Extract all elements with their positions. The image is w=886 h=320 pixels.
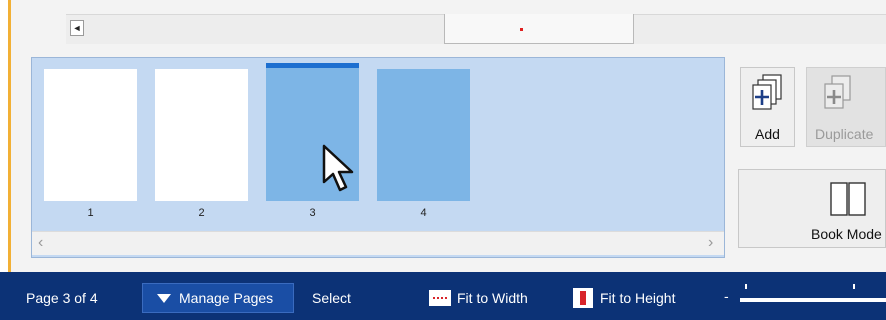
add-page-icon <box>752 74 782 110</box>
add-page-button[interactable]: Add <box>740 67 795 147</box>
zoom-out-button[interactable]: - <box>724 288 729 304</box>
top-scrollbar-thumb[interactable] <box>444 14 634 44</box>
zoom-slider[interactable] <box>740 298 886 302</box>
red-marker <box>520 28 523 31</box>
fit-height-icon[interactable] <box>573 288 593 308</box>
page-thumbnail-4[interactable] <box>377 69 470 201</box>
zoom-tick <box>853 284 855 289</box>
left-strip <box>0 0 8 272</box>
book-mode-button[interactable]: Book Mode <box>738 169 886 248</box>
page-number: 1 <box>87 207 94 219</box>
page-number: 2 <box>198 207 205 219</box>
mouse-pointer-icon <box>322 144 354 192</box>
fit-to-height-button[interactable]: Fit to Height <box>600 290 675 306</box>
book-icon <box>830 182 866 216</box>
thumbnail-horizontal-scrollbar[interactable] <box>32 231 724 255</box>
book-mode-label: Book Mode <box>811 226 882 242</box>
scroll-left-arrow-icon[interactable]: ◄ <box>70 20 84 36</box>
manage-pages-button[interactable]: Manage Pages <box>142 283 294 313</box>
accent-edge <box>8 0 11 272</box>
page-thumbnail-1[interactable] <box>44 69 137 201</box>
duplicate-label: Duplicate <box>815 126 874 142</box>
scroll-right-icon[interactable]: › <box>708 234 713 252</box>
duplicate-page-button[interactable]: Duplicate <box>806 67 886 147</box>
page-number: 4 <box>420 207 427 219</box>
page-number: 3 <box>309 207 316 219</box>
fit-width-icon[interactable] <box>429 290 451 306</box>
fit-to-width-button[interactable]: Fit to Width <box>457 290 528 306</box>
scroll-left-icon[interactable]: ‹ <box>38 234 43 252</box>
zoom-tick <box>745 284 747 289</box>
manage-pages-label: Manage Pages <box>179 290 274 306</box>
select-button[interactable]: Select <box>312 290 351 306</box>
page-indicator: Page 3 of 4 <box>26 290 98 306</box>
duplicate-page-icon <box>824 75 851 109</box>
add-label: Add <box>755 126 780 142</box>
page-thumbnail-2[interactable] <box>155 69 248 201</box>
triangle-down-icon <box>157 294 171 303</box>
